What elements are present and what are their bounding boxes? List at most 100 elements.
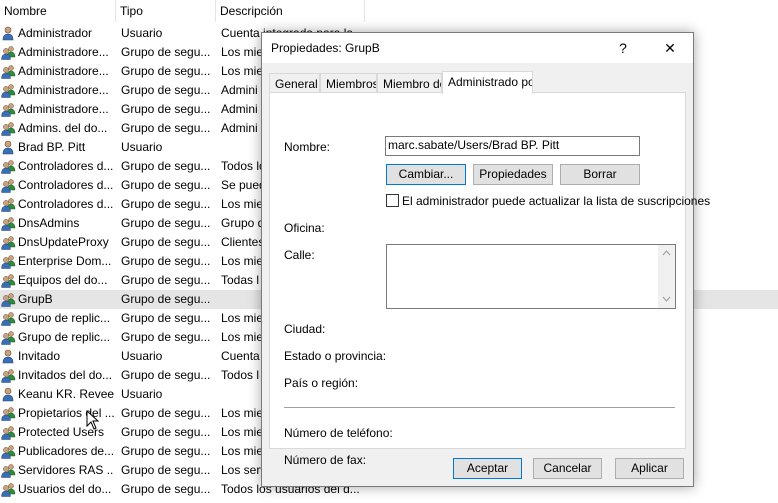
- group-icon: [1, 102, 16, 117]
- column-header-descripcion[interactable]: Descripción: [216, 0, 365, 22]
- list-header: Nombre Tipo Descripción: [0, 0, 365, 22]
- admin-update-checkbox[interactable]: [386, 194, 399, 207]
- row-name: Controladores d...: [18, 159, 114, 173]
- group-icon: [1, 254, 16, 269]
- row-type: Grupo de segu...: [121, 368, 211, 382]
- row-type: Usuario: [121, 26, 163, 40]
- dialog-title: Propiedades: GrupB: [271, 41, 380, 55]
- row-name: Invitados del do...: [18, 368, 113, 382]
- nombre-label: Nombre:: [284, 140, 331, 154]
- user-icon: [1, 26, 16, 41]
- row-name: Administradore...: [18, 102, 109, 116]
- separator: [284, 407, 675, 408]
- cambiar-button[interactable]: Cambiar...: [386, 164, 466, 185]
- row-type: Grupo de segu...: [121, 235, 211, 249]
- row-type: Grupo de segu...: [121, 311, 211, 325]
- user-icon: [1, 387, 16, 402]
- tab-miembro-de[interactable]: Miembro de: [377, 73, 442, 93]
- tab-administrado-por[interactable]: Administrado por: [442, 71, 533, 94]
- row-name: GrupB: [18, 292, 53, 306]
- calle-textarea[interactable]: [386, 244, 676, 309]
- group-icon: [1, 216, 16, 231]
- group-icon: [1, 444, 16, 459]
- admin-update-label[interactable]: El administrador puede actualizar la lis…: [402, 194, 710, 208]
- row-type: Grupo de segu...: [121, 330, 211, 344]
- nombre-field[interactable]: marc.sabate/Users/Brad BP. Pitt: [385, 136, 640, 156]
- aplicar-button[interactable]: Aplicar: [615, 458, 684, 479]
- row-name: Publicadores de...: [18, 444, 114, 458]
- row-type: Grupo de segu...: [121, 482, 211, 496]
- group-icon: [1, 83, 16, 98]
- row-name: Administrador: [18, 26, 93, 40]
- row-name: Enterprise Dom...: [18, 254, 112, 268]
- row-type: Grupo de segu...: [121, 64, 211, 78]
- group-icon: [1, 45, 16, 60]
- group-icon: [1, 292, 16, 307]
- row-name: Servidores RAS ...: [18, 463, 114, 477]
- group-icon: [1, 406, 16, 421]
- pais-label: País o región:: [284, 376, 359, 390]
- calle-scrollbar[interactable]: [658, 245, 675, 308]
- row-name: Grupo de replic...: [18, 311, 111, 325]
- group-icon: [1, 463, 16, 478]
- row-type: Grupo de segu...: [121, 254, 211, 268]
- group-icon: [1, 482, 16, 497]
- row-type: Grupo de segu...: [121, 463, 211, 477]
- row-name: Brad BP. Pitt: [18, 140, 86, 154]
- row-type: Grupo de segu...: [121, 444, 211, 458]
- group-icon: [1, 273, 16, 288]
- fax-label: Número de fax:: [284, 453, 367, 467]
- row-type: Grupo de segu...: [121, 121, 211, 135]
- row-name: Administradore...: [18, 64, 109, 78]
- row-name: DnsAdmins: [18, 216, 80, 230]
- column-header-nombre[interactable]: Nombre: [0, 0, 116, 22]
- group-icon: [1, 159, 16, 174]
- tab-general[interactable]: General: [269, 73, 320, 93]
- row-type: Grupo de segu...: [121, 425, 211, 439]
- propiedades-button[interactable]: Propiedades: [473, 164, 553, 185]
- row-name: Admins. del do...: [18, 121, 108, 135]
- group-icon: [1, 425, 16, 440]
- row-name: Equipos del do...: [18, 273, 108, 287]
- group-icon: [1, 311, 16, 326]
- borrar-button[interactable]: Borrar: [560, 164, 640, 185]
- help-button[interactable]: ?: [601, 33, 645, 63]
- group-icon: [1, 235, 16, 250]
- row-type: Grupo de segu...: [121, 406, 211, 420]
- row-name: Controladores d...: [18, 197, 114, 211]
- aceptar-button[interactable]: Aceptar: [453, 458, 522, 479]
- estado-label: Estado o provincia:: [284, 349, 387, 363]
- tab-panel-administrado-por: Nombre: marc.sabate/Users/Brad BP. Pitt …: [269, 92, 710, 467]
- dialog-titlebar: Propiedades: GrupB ? ✕: [262, 33, 693, 63]
- row-name: Administradore...: [18, 83, 109, 97]
- group-icon: [1, 64, 16, 79]
- column-header-tipo[interactable]: Tipo: [116, 0, 216, 22]
- tab-miembros[interactable]: Miembros: [320, 73, 377, 93]
- row-name: Keanu KR. Revees: [18, 387, 114, 401]
- row-type: Grupo de segu...: [121, 197, 211, 211]
- row-type: Usuario: [121, 349, 163, 363]
- group-icon: [1, 121, 16, 136]
- row-type: Grupo de segu...: [121, 216, 211, 230]
- row-name: Administradore...: [18, 45, 109, 59]
- group-icon: [1, 368, 16, 383]
- row-type: Usuario: [121, 387, 163, 401]
- user-icon: [1, 140, 16, 155]
- row-type: Grupo de segu...: [121, 273, 211, 287]
- close-button[interactable]: ✕: [648, 33, 692, 63]
- cancelar-button[interactable]: Cancelar: [533, 458, 602, 479]
- row-name: Invitado: [18, 349, 61, 363]
- row-name: Grupo de replic...: [18, 330, 111, 344]
- row-type: Usuario: [121, 140, 163, 154]
- telefono-label: Número de teléfono:: [284, 426, 393, 440]
- mouse-cursor-icon: [86, 410, 100, 430]
- properties-dialog: Propiedades: GrupB ? ✕ General Miembros …: [261, 32, 710, 487]
- group-icon: [1, 330, 16, 345]
- row-type: Grupo de segu...: [121, 159, 211, 173]
- row-name: DnsUpdateProxy: [18, 235, 109, 249]
- user-icon: [1, 349, 16, 364]
- oficina-label: Oficina:: [284, 221, 325, 235]
- row-name: Controladores d...: [18, 178, 114, 192]
- row-type: Grupo de segu...: [121, 83, 211, 97]
- calle-label: Calle:: [284, 248, 315, 262]
